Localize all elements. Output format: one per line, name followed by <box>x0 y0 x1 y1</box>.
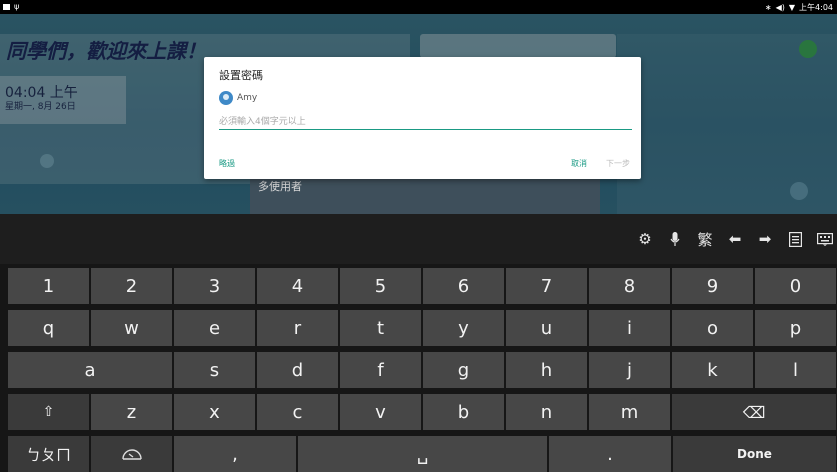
key-v[interactable]: v <box>340 394 421 430</box>
status-time: 上午4:04 <box>799 3 833 12</box>
arrow-left-icon[interactable]: ⬅ <box>727 230 743 248</box>
space-key[interactable]: ␣ <box>298 436 547 472</box>
key-c[interactable]: c <box>257 394 338 430</box>
key-4[interactable]: 4 <box>257 268 338 304</box>
key-d[interactable]: d <box>257 352 338 388</box>
key-p[interactable]: p <box>755 310 836 346</box>
emoji-key[interactable] <box>91 436 172 472</box>
microphone-icon[interactable] <box>667 231 683 247</box>
notification-icon <box>3 3 10 10</box>
emoji-icon <box>121 449 142 460</box>
key-0[interactable]: 0 <box>755 268 836 304</box>
soft-keyboard: 1 2 3 4 5 6 7 8 9 0 q w e r t y u i o p … <box>0 264 837 472</box>
key-j[interactable]: j <box>589 352 670 388</box>
key-h[interactable]: h <box>506 352 587 388</box>
multi-user-label: 多使用者 <box>258 180 302 193</box>
key-3[interactable]: 3 <box>174 268 255 304</box>
arrow-right-icon[interactable]: ➡ <box>757 230 773 248</box>
key-o[interactable]: o <box>672 310 753 346</box>
key-7[interactable]: 7 <box>506 268 587 304</box>
key-i[interactable]: i <box>589 310 670 346</box>
key-f[interactable]: f <box>340 352 421 388</box>
password-field[interactable] <box>219 115 632 130</box>
period-key[interactable]: . <box>549 436 671 472</box>
key-k[interactable]: k <box>672 352 753 388</box>
key-l[interactable]: l <box>755 352 836 388</box>
key-u[interactable]: u <box>506 310 587 346</box>
key-z[interactable]: z <box>91 394 172 430</box>
key-s[interactable]: s <box>174 352 255 388</box>
person-icon <box>219 91 233 105</box>
key-y[interactable]: y <box>423 310 504 346</box>
status-right: ∗ ◀) ▼ 上午4:04 <box>765 2 833 13</box>
key-x[interactable]: x <box>174 394 255 430</box>
key-5[interactable]: 5 <box>340 268 421 304</box>
wifi-icon: ▼ <box>788 3 796 12</box>
key-a[interactable]: a <box>8 352 172 388</box>
key-6[interactable]: 6 <box>423 268 504 304</box>
key-n[interactable]: n <box>506 394 587 430</box>
key-m[interactable]: m <box>589 394 670 430</box>
toolbar-icons: ⚙ 繁 ⬅ ➡ <box>637 230 833 249</box>
key-9[interactable]: 9 <box>672 268 753 304</box>
user-name: Amy <box>237 93 258 103</box>
key-2[interactable]: 2 <box>91 268 172 304</box>
key-q[interactable]: q <box>8 310 89 346</box>
key-r[interactable]: r <box>257 310 338 346</box>
skip-button[interactable]: 略過 <box>219 158 235 169</box>
shift-key[interactable]: ⇧ <box>8 394 89 430</box>
comma-key[interactable]: , <box>174 436 296 472</box>
user-row: Amy <box>219 91 257 105</box>
next-button[interactable]: 下一步 <box>606 158 630 169</box>
backspace-key[interactable]: ⌫ <box>672 394 836 430</box>
status-left: ψ <box>3 2 19 11</box>
key-t[interactable]: t <box>340 310 421 346</box>
keyboard-icon[interactable] <box>817 231 833 247</box>
dialog-title: 設置密碼 <box>219 69 263 82</box>
volume-icon: ◀) <box>775 3 785 12</box>
language-key[interactable]: ㄅㄆㄇ <box>8 436 89 472</box>
done-key[interactable]: Done <box>673 436 836 472</box>
bluetooth-icon: ∗ <box>764 3 772 12</box>
key-1[interactable]: 1 <box>8 268 89 304</box>
clipboard-icon[interactable] <box>787 231 803 247</box>
usb-icon: ψ <box>14 2 20 11</box>
key-8[interactable]: 8 <box>589 268 670 304</box>
status-bar: ψ ∗ ◀) ▼ 上午4:04 <box>0 0 837 14</box>
traditional-chinese-icon[interactable]: 繁 <box>697 231 713 249</box>
key-g[interactable]: g <box>423 352 504 388</box>
keyboard-toolbar: ⚙ 繁 ⬅ ➡ <box>0 214 837 264</box>
key-w[interactable]: w <box>91 310 172 346</box>
set-password-dialog: 設置密碼 Amy 略過 取消 下一步 <box>204 57 641 179</box>
key-b[interactable]: b <box>423 394 504 430</box>
key-e[interactable]: e <box>174 310 255 346</box>
gear-icon[interactable]: ⚙ <box>637 230 653 248</box>
cancel-button[interactable]: 取消 <box>571 158 587 169</box>
